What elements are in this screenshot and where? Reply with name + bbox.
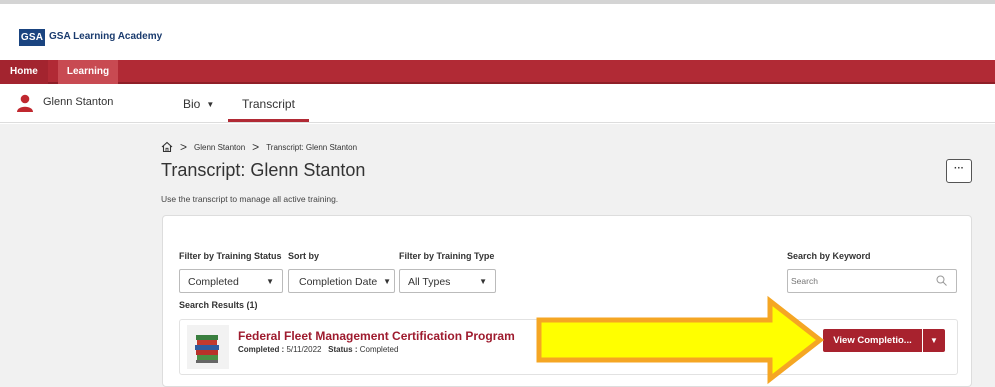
books-icon	[187, 325, 229, 369]
status-value: Completed	[359, 345, 399, 354]
breadcrumb-current: Transcript: Glenn Stanton	[266, 142, 358, 152]
completed-date: 5/11/2022	[286, 345, 322, 354]
breadcrumb-separator: >	[180, 140, 188, 154]
main-nav: Home Learning	[0, 60, 995, 84]
page-title: Transcript: Glenn Stanton	[161, 160, 366, 180]
user-bar: Glenn Stanton Bio ▼ Transcript	[0, 86, 995, 123]
transcript-panel: Filter by Training Status Completed ▼ So…	[162, 215, 972, 387]
nav-learning[interactable]: Learning	[58, 60, 118, 84]
home-icon[interactable]	[161, 141, 173, 153]
user-name: Glenn Stanton	[43, 96, 114, 108]
page-description: Use the transcript to manage all active …	[161, 194, 339, 204]
nav-home[interactable]: Home	[0, 60, 48, 84]
sort-label: Sort by	[288, 251, 320, 261]
chevron-down-icon: ▼	[206, 100, 215, 109]
status-filter-dropdown[interactable]: Completed ▼	[179, 269, 283, 293]
action-menu-toggle[interactable]: ▼	[923, 329, 945, 352]
type-filter-dropdown[interactable]: All Types ▼	[399, 269, 496, 293]
search-icon[interactable]	[936, 275, 947, 286]
status-filter-value: Completed	[188, 276, 239, 288]
main-content: > Glenn Stanton > Transcript: Glenn Stan…	[0, 124, 995, 387]
status-label: Status :	[328, 345, 358, 354]
result-title-link[interactable]: Federal Fleet Management Certification P…	[238, 329, 515, 343]
keyword-search-label: Search by Keyword	[787, 251, 871, 261]
sort-value: Completion Date	[299, 276, 378, 288]
search-results-count: Search Results (1)	[179, 300, 258, 310]
result-item: Federal Fleet Management Certification P…	[179, 319, 958, 375]
brand-header: GSA GSA Learning Academy	[0, 4, 995, 60]
brand-name[interactable]: GSA Learning Academy	[49, 31, 162, 42]
gsa-logo[interactable]: GSA	[19, 29, 45, 46]
breadcrumb-user[interactable]: Glenn Stanton	[194, 143, 245, 152]
tab-bio-label: Bio	[183, 97, 201, 111]
more-options-button[interactable]: ···	[946, 159, 972, 183]
chevron-down-icon: ▼	[930, 336, 938, 345]
user-avatar-icon	[17, 94, 33, 112]
sort-dropdown[interactable]: Completion Date ▼	[288, 269, 395, 293]
keyword-search-input[interactable]	[787, 269, 957, 293]
tab-bio[interactable]: Bio ▼	[183, 97, 214, 111]
chevron-down-icon: ▼	[479, 277, 487, 286]
breadcrumb: > Glenn Stanton > Transcript: Glenn Stan…	[161, 140, 357, 154]
breadcrumb-separator: >	[252, 140, 260, 154]
chevron-down-icon: ▼	[266, 277, 274, 286]
completed-label: Completed :	[238, 345, 285, 354]
chevron-down-icon: ▼	[383, 277, 391, 286]
tab-transcript[interactable]: Transcript	[228, 86, 309, 122]
view-completion-button[interactable]: View Completio...	[823, 329, 922, 352]
status-filter-label: Filter by Training Status	[179, 251, 282, 261]
type-filter-value: All Types	[408, 276, 451, 288]
type-filter-label: Filter by Training Type	[399, 251, 495, 261]
result-meta: Completed : 5/11/2022 Status : Completed	[238, 345, 398, 354]
